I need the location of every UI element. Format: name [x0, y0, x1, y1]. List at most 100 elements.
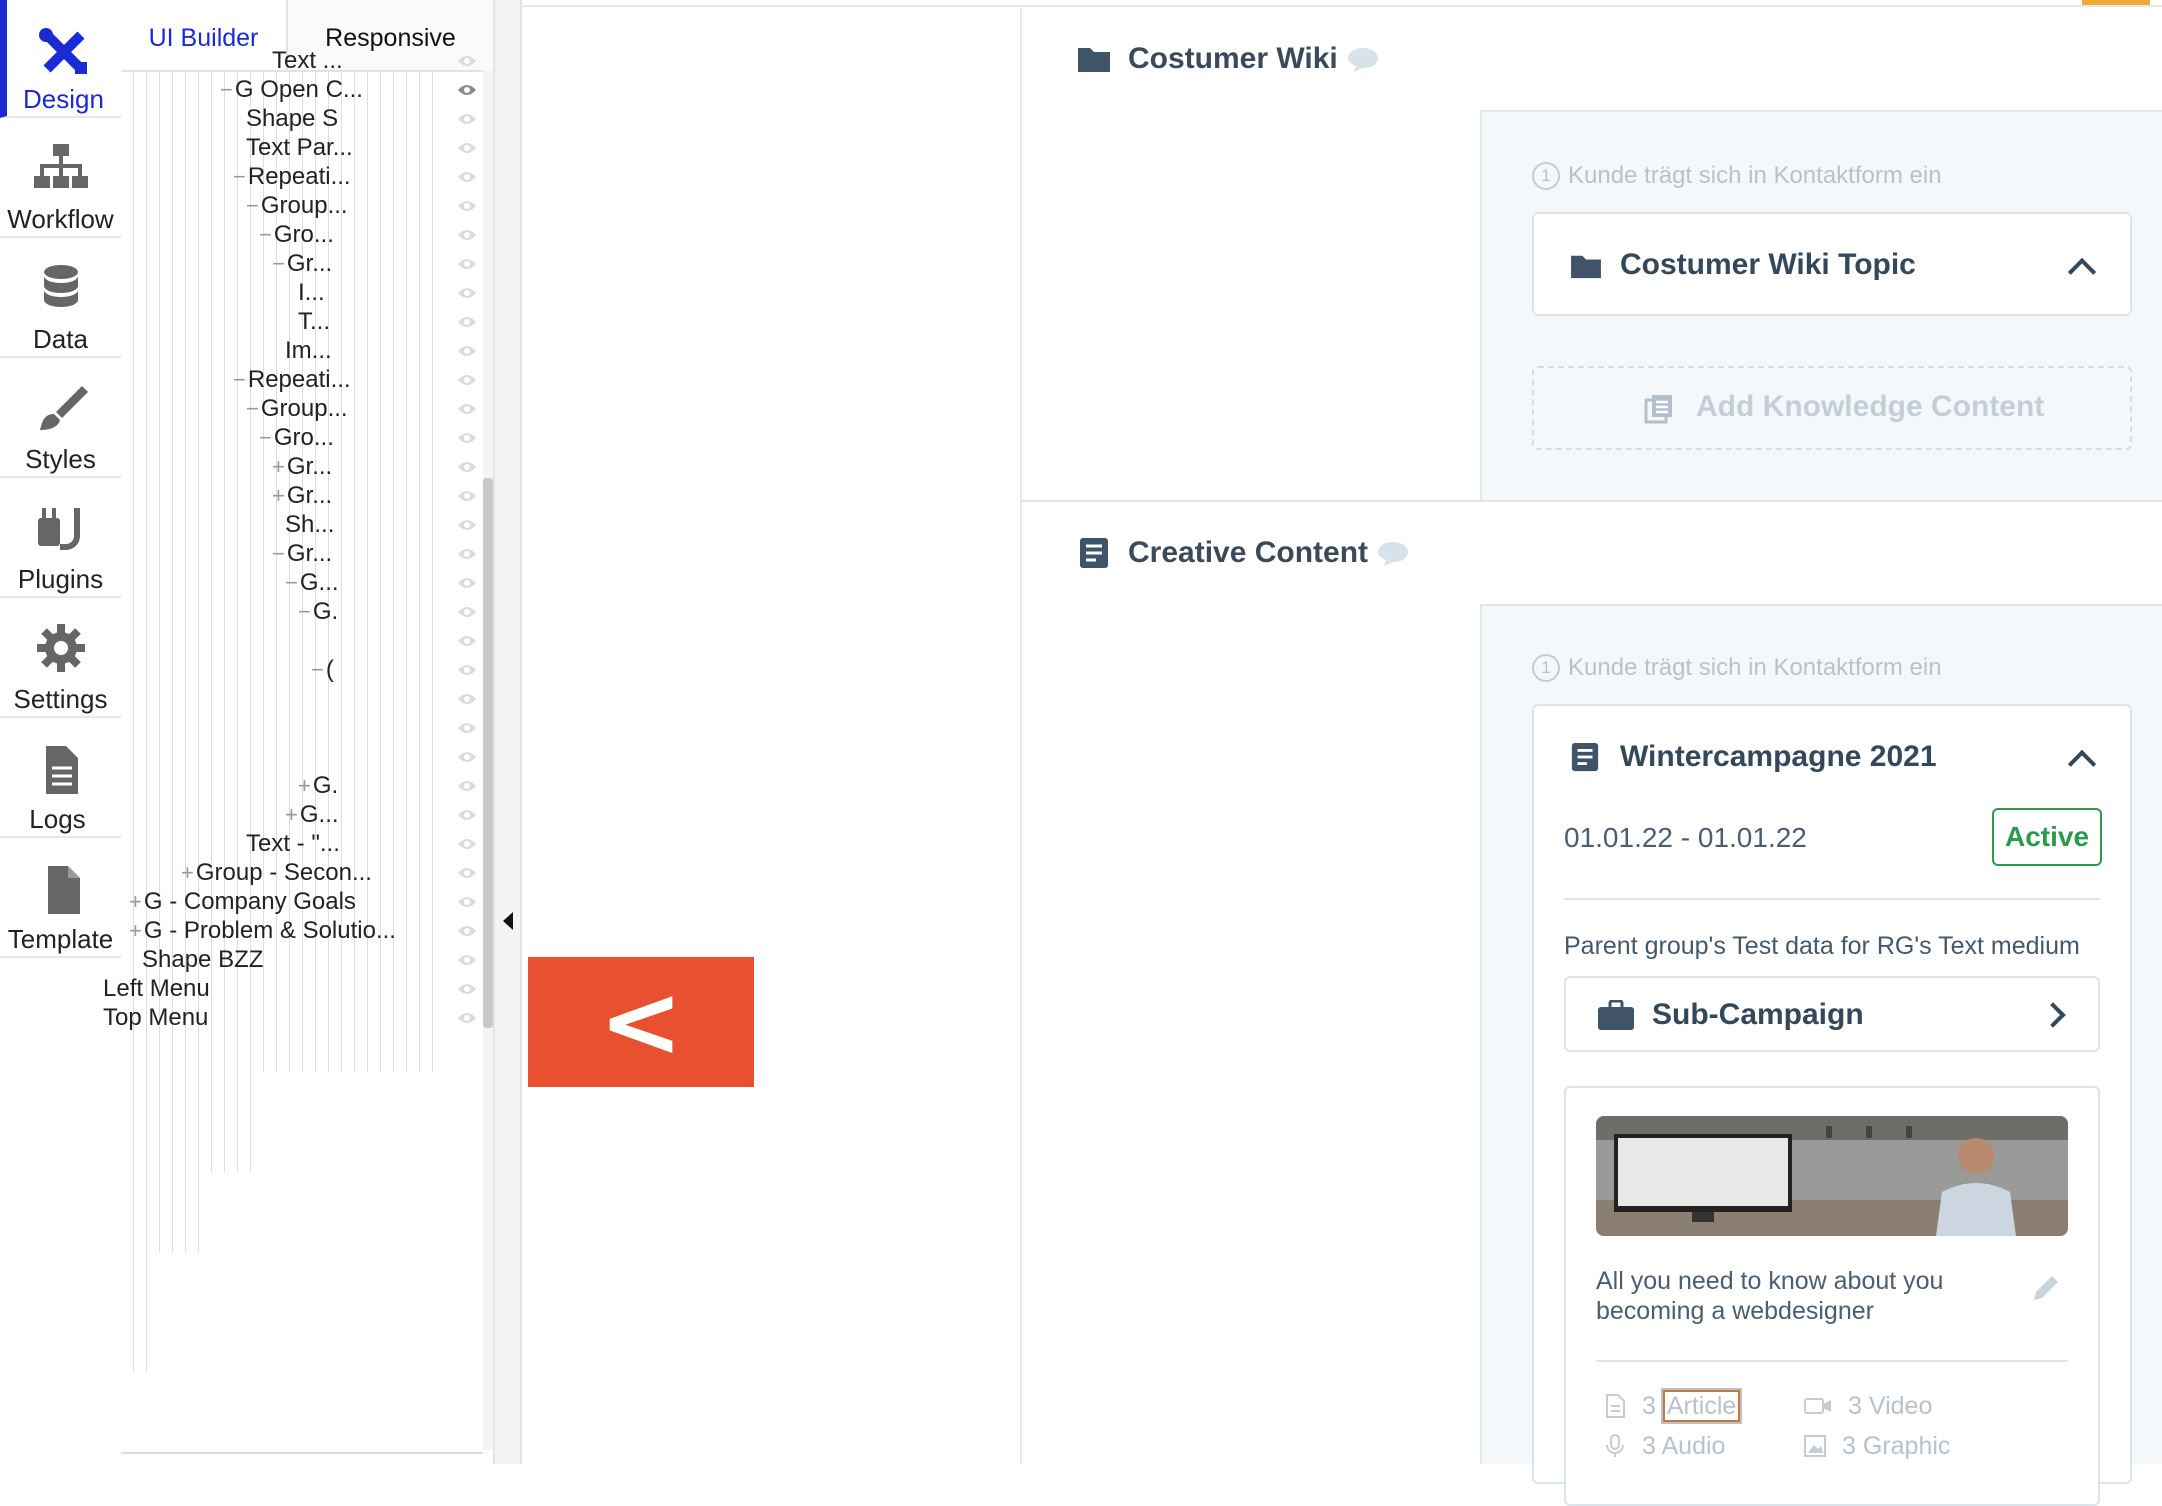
collapse-arrow-icon[interactable]	[503, 912, 513, 930]
tree-guide-line	[211, 72, 212, 1172]
nav-plugins[interactable]: Plugins	[0, 480, 121, 598]
visibility-eye-icon[interactable]	[457, 982, 477, 996]
creative-left-column	[1022, 604, 1482, 1464]
add-knowledge-content-button[interactable]: Add Knowledge Content	[1532, 366, 2132, 450]
visibility-eye-icon[interactable]	[457, 83, 477, 97]
microphone-icon	[1606, 1434, 1624, 1457]
collapse-toggle-icon[interactable]: −	[272, 541, 285, 566]
expand-toggle-icon[interactable]: +	[129, 918, 142, 943]
sub-campaign-button[interactable]: Sub-Campaign	[1564, 976, 2100, 1052]
nav-plugins-label: Plugins	[17, 564, 104, 594]
annotation-arrow-label: <—?	[528, 957, 754, 1210]
visibility-eye-icon[interactable]	[457, 257, 477, 271]
visibility-eye-icon[interactable]	[457, 895, 477, 909]
design-icon	[39, 28, 87, 74]
collapse-toggle-icon[interactable]: −	[272, 251, 285, 276]
collapse-toggle-icon[interactable]: −	[233, 367, 246, 392]
wiki-topic-card[interactable]: Costumer Wiki Topic	[1532, 212, 2132, 316]
image-icon	[1804, 1435, 1826, 1457]
nav-data[interactable]: Data	[0, 240, 121, 358]
visibility-eye-icon[interactable]	[457, 402, 477, 416]
visibility-eye-icon[interactable]	[457, 518, 477, 532]
visibility-eye-icon[interactable]	[457, 779, 477, 793]
visibility-eye-icon[interactable]	[457, 1011, 477, 1025]
visibility-eye-icon[interactable]	[457, 924, 477, 938]
wiki-left-column	[1022, 110, 1482, 500]
collapse-toggle-icon[interactable]: −	[246, 396, 259, 421]
visibility-eye-icon[interactable]	[457, 141, 477, 155]
visibility-eye-icon[interactable]	[457, 344, 477, 358]
collapse-toggle-icon[interactable]: −	[298, 599, 311, 624]
graphic-count: 3	[1842, 1432, 1856, 1460]
visibility-eye-icon[interactable]	[457, 54, 477, 68]
visibility-eye-icon[interactable]	[457, 750, 477, 764]
chevron-up-icon[interactable]	[2067, 749, 2097, 779]
visibility-eye-icon[interactable]	[457, 373, 477, 387]
nav-logs-label: Logs	[29, 804, 86, 834]
visibility-eye-icon[interactable]	[457, 489, 477, 503]
nav-logs[interactable]: Logs	[0, 720, 121, 838]
chevron-up-icon[interactable]	[2067, 257, 2097, 287]
tree-row[interactable]: −(	[311, 650, 334, 690]
nav-data-label: Data	[33, 324, 88, 354]
visibility-eye-icon[interactable]	[457, 837, 477, 851]
visibility-eye-icon[interactable]	[457, 721, 477, 735]
visibility-eye-icon[interactable]	[457, 112, 477, 126]
nav-template[interactable]: Template	[0, 840, 121, 958]
visibility-eye-icon[interactable]	[457, 953, 477, 967]
visibility-eye-icon[interactable]	[457, 808, 477, 822]
collapse-toggle-icon[interactable]: −	[285, 570, 298, 595]
nav-styles[interactable]: Styles	[0, 360, 121, 478]
visibility-eye-icon[interactable]	[457, 576, 477, 590]
comment-bubble-icon[interactable]	[1348, 46, 1378, 72]
collapse-toggle-icon[interactable]: −	[259, 425, 272, 450]
workflow-icon	[34, 144, 88, 188]
pencil-icon[interactable]	[2032, 1274, 2060, 1302]
wiki-step-number: 1	[1532, 162, 1560, 190]
section-header-wiki: Costumer Wiki	[1022, 8, 2162, 112]
comment-bubble-icon[interactable]	[1378, 540, 1408, 566]
visibility-eye-icon[interactable]	[457, 663, 477, 677]
nav-design[interactable]: Design	[0, 0, 121, 118]
tree-row[interactable]: −G.	[298, 592, 338, 632]
nav-settings[interactable]: Settings	[0, 600, 121, 718]
collapse-toggle-icon[interactable]: −	[259, 222, 272, 247]
tree-guide-line	[419, 72, 420, 1072]
visibility-eye-icon[interactable]	[457, 634, 477, 648]
collapse-toggle-icon[interactable]: −	[246, 193, 259, 218]
campaign-title: Wintercampagne 2021	[1620, 740, 1937, 773]
creative-step-text: Kunde trägt sich in Kontaktform ein	[1568, 654, 1942, 681]
graphic-label: Graphic	[1862, 1432, 1951, 1460]
visibility-eye-icon[interactable]	[457, 460, 477, 474]
tab-ui-builder[interactable]: UI Builder	[121, 0, 288, 70]
canvas-handle[interactable]	[2082, 0, 2150, 5]
creative-step-indicator: 1 Kunde trägt sich in Kontaktform ein	[1532, 654, 1942, 682]
status-badge: Active	[1992, 808, 2102, 866]
tree-guide-line	[198, 72, 199, 1252]
visibility-eye-icon[interactable]	[457, 170, 477, 184]
tree-row[interactable]: Top Menu	[103, 998, 208, 1038]
visibility-eye-icon[interactable]	[457, 431, 477, 445]
tree-scrollbar-thumb[interactable]	[483, 478, 493, 1028]
visibility-eye-icon[interactable]	[457, 286, 477, 300]
visibility-eye-icon[interactable]	[457, 199, 477, 213]
stat-videos: 3 Video	[1804, 1392, 1932, 1421]
expand-toggle-icon[interactable]: +	[272, 483, 285, 508]
sub-campaign-label: Sub-Campaign	[1652, 998, 1864, 1031]
collapse-toggle-icon[interactable]: −	[233, 164, 246, 189]
nav-template-label: Template	[7, 924, 114, 954]
content-card[interactable]: All you need to know about you becoming …	[1564, 1086, 2100, 1506]
visibility-eye-icon[interactable]	[457, 866, 477, 880]
visibility-eye-icon[interactable]	[457, 605, 477, 619]
article-icon	[1571, 742, 1599, 772]
content-divider	[1596, 1360, 2068, 1362]
stat-articles: 3 Article	[1604, 1388, 1743, 1424]
visibility-eye-icon[interactable]	[457, 547, 477, 561]
visibility-eye-icon[interactable]	[457, 315, 477, 329]
video-thumbnail[interactable]	[1596, 1116, 2068, 1236]
collapse-toggle-icon[interactable]: −	[311, 657, 324, 682]
visibility-eye-icon[interactable]	[457, 692, 477, 706]
collapse-toggle-icon[interactable]: −	[220, 77, 233, 102]
visibility-eye-icon[interactable]	[457, 228, 477, 242]
nav-workflow[interactable]: Workflow	[0, 120, 121, 238]
